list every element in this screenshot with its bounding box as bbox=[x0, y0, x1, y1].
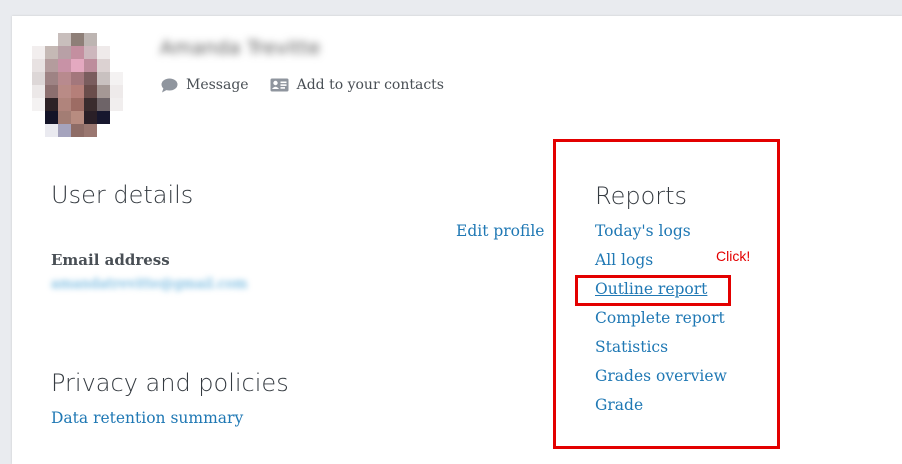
email-label: Email address bbox=[51, 251, 170, 269]
add-contact-button[interactable]: Add to your contacts bbox=[270, 77, 444, 93]
add-contact-button-label: Add to your contacts bbox=[296, 77, 444, 93]
speech-bubble-icon bbox=[161, 78, 178, 92]
address-card-icon bbox=[270, 78, 289, 92]
privacy-heading: Privacy and policies bbox=[51, 369, 289, 397]
email-value[interactable]: amandatrevitte@gmail.com bbox=[51, 276, 247, 292]
message-button[interactable]: Message bbox=[161, 77, 249, 93]
user-details-heading: User details bbox=[51, 181, 194, 209]
user-fullname: Amanda Trevitte bbox=[160, 37, 321, 59]
click-callout: Click! bbox=[716, 248, 751, 264]
avatar bbox=[32, 33, 123, 137]
message-button-label: Message bbox=[186, 77, 249, 93]
outline-report-highlight-box bbox=[575, 275, 731, 306]
edit-profile-link[interactable]: Edit profile bbox=[456, 222, 544, 240]
data-retention-summary-link[interactable]: Data retention summary bbox=[51, 409, 243, 427]
profile-header-actions: Message Add to your contacts bbox=[161, 77, 465, 93]
